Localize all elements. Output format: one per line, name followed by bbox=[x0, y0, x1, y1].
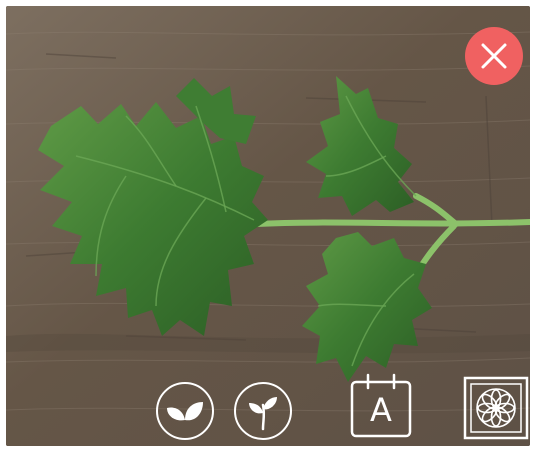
close-button[interactable] bbox=[465, 27, 523, 85]
close-icon bbox=[481, 43, 507, 69]
sprout-icon bbox=[249, 397, 277, 431]
leaf-button[interactable] bbox=[156, 382, 214, 440]
calendar-letter: A bbox=[370, 391, 392, 429]
celery-photo bbox=[6, 6, 530, 446]
flower-pattern-icon bbox=[463, 376, 529, 440]
pattern-button[interactable] bbox=[463, 376, 529, 440]
celery-photo-svg bbox=[6, 6, 530, 446]
calendar-button[interactable]: A bbox=[348, 372, 414, 440]
photo-frame: A bbox=[6, 6, 530, 446]
leaf-icon bbox=[167, 402, 203, 421]
sprout-button[interactable] bbox=[234, 382, 292, 440]
